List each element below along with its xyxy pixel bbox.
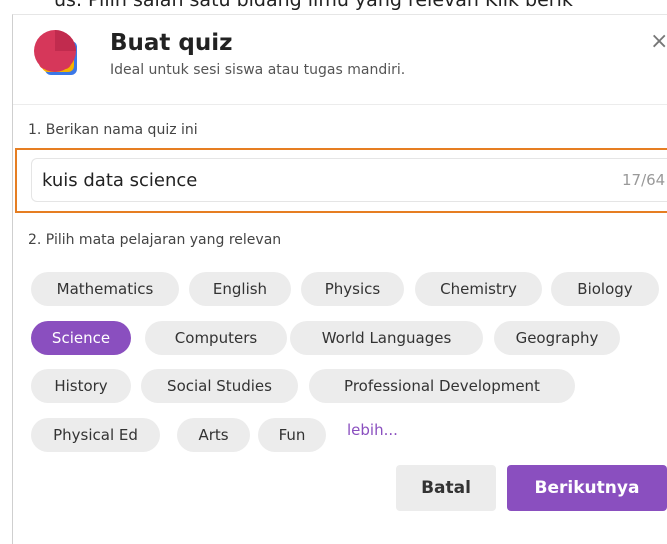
background-instruction-text: us. Pilih salah satu bidang ilmu yang re… xyxy=(54,0,573,11)
create-quiz-dialog: Buat quiz Ideal untuk sesi siswa atau tu… xyxy=(12,14,667,544)
subject-chip-mathematics[interactable]: Mathematics xyxy=(31,272,179,306)
subject-chip-computers[interactable]: Computers xyxy=(145,321,287,355)
quiz-name-label: 1. Berikan nama quiz ini xyxy=(28,122,198,138)
subject-chip-science[interactable]: Science xyxy=(31,321,131,355)
subject-chip-physics[interactable]: Physics xyxy=(301,272,404,306)
quiz-name-highlight: 17/64 xyxy=(15,148,667,213)
stacked-cards-logo xyxy=(34,30,77,75)
subject-chip-chemistry[interactable]: Chemistry xyxy=(415,272,542,306)
subject-chip-geography[interactable]: Geography xyxy=(494,321,620,355)
cancel-button[interactable]: Batal xyxy=(396,465,496,511)
subject-chip-social-studies[interactable]: Social Studies xyxy=(141,369,298,403)
next-button[interactable]: Berikutnya xyxy=(507,465,667,511)
more-subjects-link[interactable]: lebih... xyxy=(347,421,398,439)
dialog-subtitle: Ideal untuk sesi siswa atau tugas mandir… xyxy=(110,62,406,78)
character-counter: 17/64 xyxy=(622,171,666,189)
subject-chip-arts[interactable]: Arts xyxy=(177,418,250,452)
quiz-name-input[interactable] xyxy=(31,158,667,202)
subject-chip-world-languages[interactable]: World Languages xyxy=(290,321,483,355)
subject-chip-professional-development[interactable]: Professional Development xyxy=(309,369,575,403)
dialog-title: Buat quiz xyxy=(110,30,233,56)
subject-chip-physical-ed[interactable]: Physical Ed xyxy=(31,418,160,452)
subject-chip-history[interactable]: History xyxy=(31,369,131,403)
header-divider xyxy=(13,104,667,105)
close-icon[interactable]: × xyxy=(650,29,667,54)
subject-chip-biology[interactable]: Biology xyxy=(551,272,659,306)
subject-chip-english[interactable]: English xyxy=(189,272,291,306)
subject-chip-fun[interactable]: Fun xyxy=(258,418,326,452)
subject-label: 2. Pilih mata pelajaran yang relevan xyxy=(28,232,282,248)
